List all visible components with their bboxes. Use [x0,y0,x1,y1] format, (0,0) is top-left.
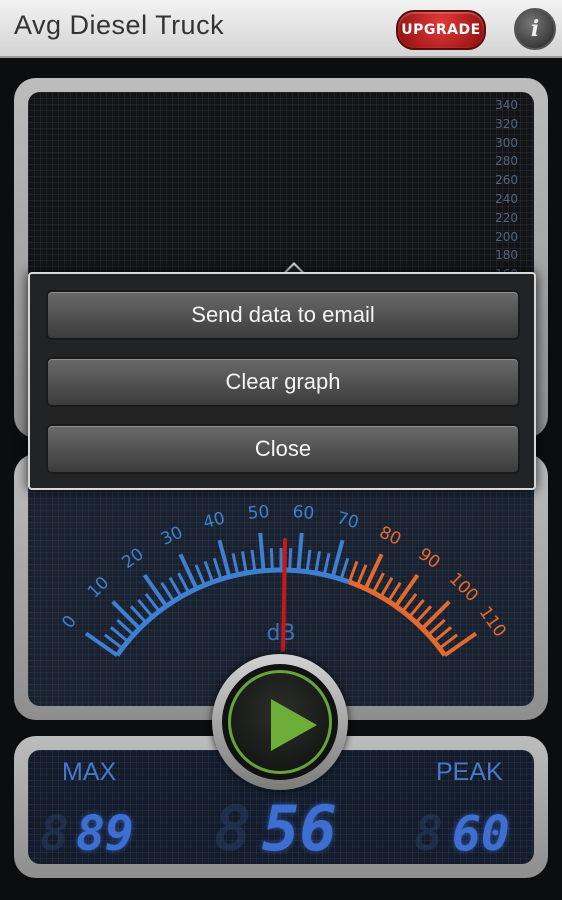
peak-label: PEAK [436,758,503,786]
play-button[interactable] [212,654,348,790]
gauge-tick [168,576,183,598]
gauge-tick [217,539,232,578]
gauge-tick [177,572,190,594]
gauge-tick [408,598,425,618]
gauge-tick [379,576,394,598]
gauge-tick-label: 110 [475,603,510,641]
play-icon [271,699,317,751]
gauge-tick [258,532,266,571]
gauge-tick-label: 90 [414,544,443,573]
gauge-tick [288,548,293,571]
gauge-tick [240,551,248,574]
gauge-tick [443,631,478,657]
gauge-tick [84,631,119,657]
gauge-unit-label: dB [266,621,295,646]
gauge-tick [433,626,453,643]
peak-value: 60 [452,806,510,862]
gauge-tick-label: 40 [201,508,227,533]
gauge-tick [394,573,420,608]
gauge-tick-label: 80 [376,523,404,550]
gauge-tick-label: 60 [292,502,315,524]
gauge-tick [296,532,304,571]
gauge-tick [137,598,154,618]
current-value: 56 [262,792,337,865]
gauge-tick [356,564,368,586]
gauge-tick [330,539,345,578]
play-button-core [228,670,332,774]
max-label: MAX [62,758,117,786]
gauge-tick [231,552,240,576]
peak-ghost-digit: 8 [414,806,443,862]
gauge-tick [250,549,257,572]
gauge-tick-label: 100 [445,569,482,606]
max-value: 89 [76,806,134,862]
gauge-tick [269,548,274,571]
max-ghost-digit: 8 [40,806,69,862]
gauge-tick [347,560,359,583]
gauge-tick [194,564,206,586]
options-popup: Send data to email Clear graph Close [28,272,536,490]
gauge-tick-label: 70 [335,508,361,533]
play-button-ring [222,664,338,780]
gauge-needle [281,538,288,653]
gauge-tick-label: 50 [247,502,270,524]
gauge-tick-label: 10 [84,573,113,602]
current-ghost-digit: 8 [214,792,252,865]
gauge-tick [111,600,141,630]
gauge-tick-label: 20 [118,544,147,573]
gauge-tick [339,557,350,580]
gauge-tick [322,552,331,576]
clear-graph-button[interactable]: Clear graph [46,357,520,407]
gauge-tick [421,600,451,630]
close-button[interactable]: Close [46,424,520,474]
gauge-tick [160,581,175,603]
gauge-tick [387,581,402,603]
gauge-tick-label: 30 [158,523,186,550]
gauge-tick [142,573,168,608]
gauge-tick [372,572,385,594]
gauge-tick-label: 0 [58,612,81,632]
gauge-tick [109,626,129,643]
gauge-tick [203,560,215,583]
send-email-button[interactable]: Send data to email [46,290,520,340]
gauge-tick [314,551,322,574]
gauge-tick [212,557,223,580]
gauge-tick [305,549,312,572]
